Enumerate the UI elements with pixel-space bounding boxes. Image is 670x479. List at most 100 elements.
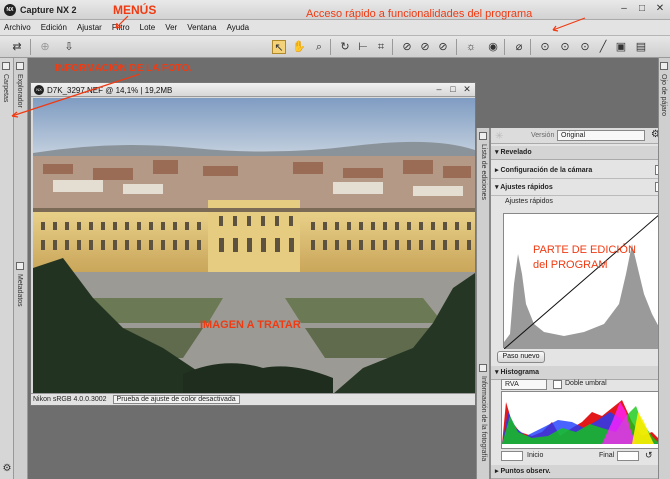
menu-lote[interactable]: Lote — [140, 23, 156, 32]
histogram-header[interactable]: ▾ Histograma — [491, 366, 670, 380]
tone-curve[interactable] — [503, 213, 661, 350]
black-control-point-icon[interactable]: ⊘ — [400, 40, 414, 54]
points-header[interactable]: ▸ Puntos observ. — [491, 465, 670, 479]
hand-icon[interactable]: ✋ — [292, 40, 306, 54]
revelado-label: Revelado — [500, 149, 532, 156]
start-input[interactable] — [501, 451, 523, 461]
menu-ayuda[interactable]: Ayuda — [227, 23, 250, 32]
quick-adjust-header-label: Ajustes rápidos — [500, 184, 553, 191]
white-control-point-icon[interactable]: ⊘ — [436, 40, 450, 54]
end-label: Final — [599, 452, 615, 459]
proof-select[interactable]: Prueba de ajuste de color desactivada — [112, 395, 240, 404]
edit-panel: ✳ Versión Original ⚙ ▾ Revelado ▸ Config… — [490, 128, 670, 479]
points-label: Puntos observ. — [500, 468, 551, 475]
sparkle-icon: ✳ — [495, 131, 504, 142]
reset-icon[interactable]: ↺ — [645, 450, 653, 461]
app-logo: NX — [4, 4, 16, 16]
annotation-image: IMAGEN A TRATAR — [200, 319, 301, 331]
explorador-tab[interactable]: Explorador — [16, 74, 23, 108]
camera-config-row[interactable]: ▸ Configuración de la cámara — [491, 163, 670, 179]
version-select[interactable]: Original — [557, 130, 645, 141]
metadatos-tab[interactable]: Metadatos — [16, 274, 23, 307]
eye-icon[interactable]: ◉ — [486, 40, 500, 54]
color-control-point-icon[interactable]: ⊙ — [538, 40, 552, 54]
birds-eye-strip: Ojo de pájaro — [658, 58, 670, 479]
output-icon[interactable]: ⇩ — [62, 40, 76, 54]
version-row: ✳ Versión Original ⚙ — [491, 128, 670, 144]
settings-icon[interactable]: ⚙ — [0, 462, 14, 476]
revelado-header[interactable]: ▾ Revelado — [491, 146, 670, 160]
channel-select[interactable]: RVA — [501, 379, 547, 390]
photo-canvas[interactable] — [33, 98, 475, 394]
crop-icon[interactable]: ⌗ — [374, 40, 388, 54]
quick-adjust-item[interactable]: Ajustes rápidos ○ — [491, 198, 670, 210]
maximize-button[interactable]: □ — [636, 3, 648, 15]
image-maximize-button[interactable]: □ — [448, 84, 458, 95]
image-window-title-bar: NX D7K_3297.NEF @ 14,1% | 19,2MB – □ ✕ — [31, 83, 475, 97]
quick-adjust-header[interactable]: ▾ Ajustes rápidos — [491, 180, 670, 196]
carpetas-tab[interactable]: Carpetas — [2, 74, 9, 102]
toolbar: ⇄ ⊕ ⇩ ↖ ✋ ⌕ ↻ ⊢ ⌗ ⊘ ⊘ ⊘ ☼ ◉ ⌀ ⊙ ⊙ ⊙ ╱ ▣ … — [0, 36, 670, 58]
image-window-title: D7K_3297.NEF @ 14,1% | 19,2MB — [47, 86, 173, 95]
window-controls: – □ ✕ — [618, 3, 666, 15]
browse-icon[interactable]: ⊕ — [38, 40, 52, 54]
photo-illustration — [33, 98, 475, 394]
panel-toggle-box[interactable] — [660, 62, 668, 70]
menu-ventana[interactable]: Ventana — [187, 23, 216, 32]
direct-select-icon[interactable]: ↖ — [272, 40, 286, 54]
menu-filtro[interactable]: Filtro — [112, 23, 130, 32]
edit-list-strip: Lista de ediciones Información de la fot… — [476, 128, 490, 479]
gradient-icon[interactable]: ▤ — [634, 40, 648, 54]
end-input[interactable] — [617, 451, 639, 461]
panel-toggle-box[interactable] — [2, 62, 10, 70]
toolbar-separator — [530, 39, 531, 55]
panel-toggle-box[interactable] — [16, 62, 24, 70]
annotation-edit-part-2: del PROGRAM — [533, 259, 608, 271]
histogram-label: Histograma — [500, 369, 539, 376]
annotation-photo-info: INFORMACIÓN DE LA FOTO. — [55, 63, 193, 74]
toolbar-separator — [30, 39, 31, 55]
new-step-button[interactable]: Paso nuevo — [497, 351, 545, 363]
menu-bar: Archivo Edición Ajustar Filtro Lote Ver … — [0, 20, 670, 36]
start-label: Inicio — [527, 452, 544, 459]
left-panel-strip: Carpetas ⚙ — [0, 58, 14, 479]
histogram-controls: RVA Doble umbral — [491, 379, 670, 391]
straighten-icon[interactable]: ⊢ — [356, 40, 370, 54]
image-close-button[interactable]: ✕ — [462, 84, 472, 95]
image-window: NX D7K_3297.NEF @ 14,1% | 19,2MB – □ ✕ N… — [30, 82, 476, 406]
selection-control-point-icon[interactable]: ⊙ — [558, 40, 572, 54]
panel-toggle-box[interactable] — [16, 262, 24, 270]
annotation-quick-access: Acceso rápido a funcionalidades del prog… — [306, 8, 533, 20]
menu-edicion[interactable]: Edición — [41, 23, 67, 32]
photo-info-tab[interactable]: Información de la fotografía — [480, 376, 487, 461]
toolbar-separator — [456, 39, 457, 55]
menu-ver[interactable]: Ver — [165, 23, 177, 32]
image-window-logo: NX — [34, 85, 44, 95]
double-threshold-checkbox[interactable] — [553, 380, 562, 389]
panel-toggle-box[interactable] — [479, 132, 487, 140]
quick-adjust-item-label: Ajustes rápidos — [505, 198, 553, 205]
image-minimize-button[interactable]: – — [434, 84, 444, 95]
red-eye-icon[interactable]: ☼ — [464, 40, 478, 54]
minimize-button[interactable]: – — [618, 3, 630, 15]
edit-list-tab[interactable]: Lista de ediciones — [480, 144, 487, 200]
color-profile-label: Nikon sRGB 4.0.0.3002 — [33, 396, 107, 403]
rotate-icon[interactable]: ↻ — [338, 40, 352, 54]
neutral-control-point-icon[interactable]: ⊘ — [418, 40, 432, 54]
brush-icon[interactable]: ╱ — [596, 40, 610, 54]
double-threshold-label: Doble umbral — [565, 380, 607, 387]
histogram-graph — [501, 391, 660, 449]
fill-icon[interactable]: ▣ — [614, 40, 628, 54]
toolbar-separator — [330, 39, 331, 55]
histogram-illustration — [502, 400, 660, 444]
histogram-range-row: Inicio Final ↺ — [491, 450, 670, 462]
birds-eye-tab[interactable]: Ojo de pájaro — [660, 74, 667, 116]
zoom-icon[interactable]: ⌕ — [312, 40, 326, 54]
lasso-icon[interactable]: ⊙ — [578, 40, 592, 54]
close-button[interactable]: ✕ — [654, 3, 666, 15]
browser-toggle-icon[interactable]: ⇄ — [10, 40, 24, 54]
auto-retouch-icon[interactable]: ⌀ — [512, 40, 526, 54]
menu-archivo[interactable]: Archivo — [4, 23, 31, 32]
panel-toggle-box[interactable] — [479, 364, 487, 372]
menu-ajustar[interactable]: Ajustar — [77, 23, 102, 32]
